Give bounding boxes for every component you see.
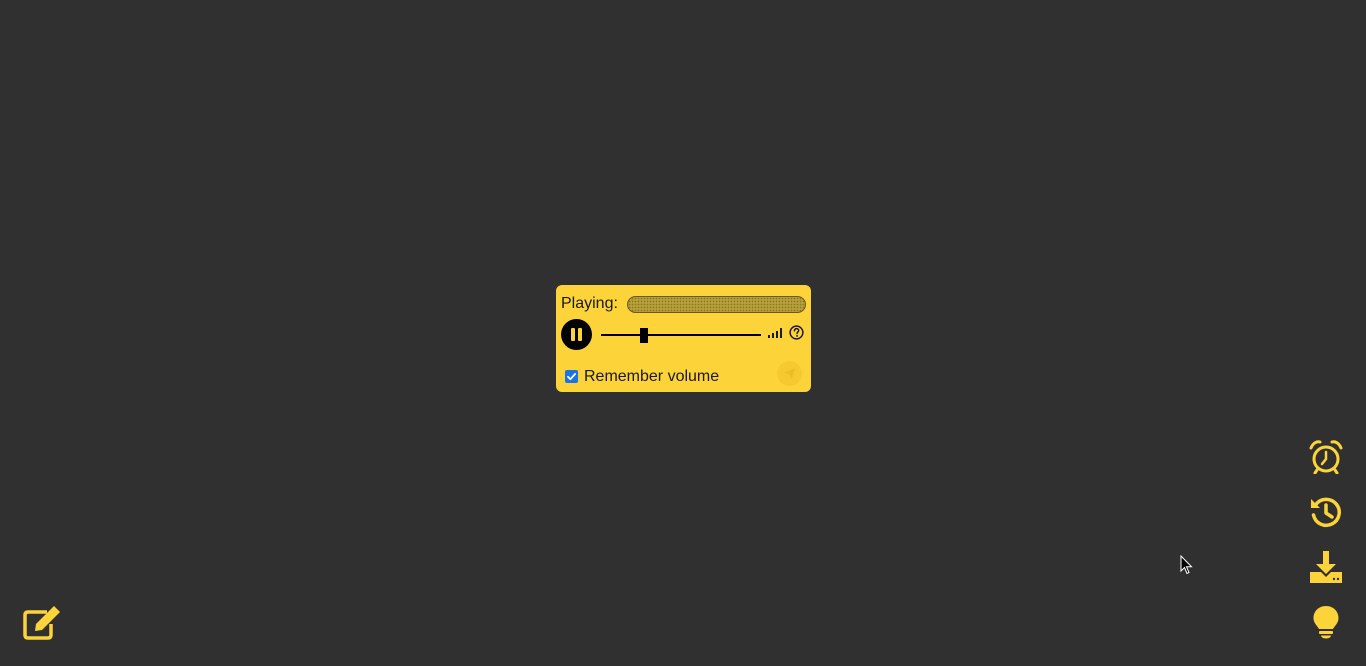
paper-plane-icon bbox=[783, 367, 796, 380]
mouse-cursor-icon bbox=[1180, 555, 1193, 575]
share-button[interactable] bbox=[777, 361, 802, 386]
remember-volume-label: Remember volume bbox=[584, 368, 720, 385]
playing-label: Playing: bbox=[561, 295, 618, 312]
volume-slider-track[interactable] bbox=[601, 334, 761, 336]
radio-player-widget: Playing: Remember volume bbox=[556, 285, 811, 392]
question-circle-icon[interactable] bbox=[789, 325, 804, 340]
history-icon[interactable] bbox=[1309, 495, 1343, 529]
remember-volume-checkbox[interactable] bbox=[565, 370, 578, 383]
pause-button[interactable] bbox=[561, 319, 592, 350]
edit-icon[interactable] bbox=[23, 605, 61, 640]
page: Playing: Remember volume bbox=[0, 0, 1366, 666]
download-icon[interactable] bbox=[1309, 550, 1343, 584]
volume-slider-thumb[interactable] bbox=[640, 328, 649, 343]
lightbulb-icon[interactable] bbox=[1312, 605, 1340, 639]
now-playing-track-bar bbox=[627, 296, 806, 313]
volume-bars-icon bbox=[768, 328, 782, 338]
alarm-clock-icon[interactable] bbox=[1309, 440, 1343, 474]
